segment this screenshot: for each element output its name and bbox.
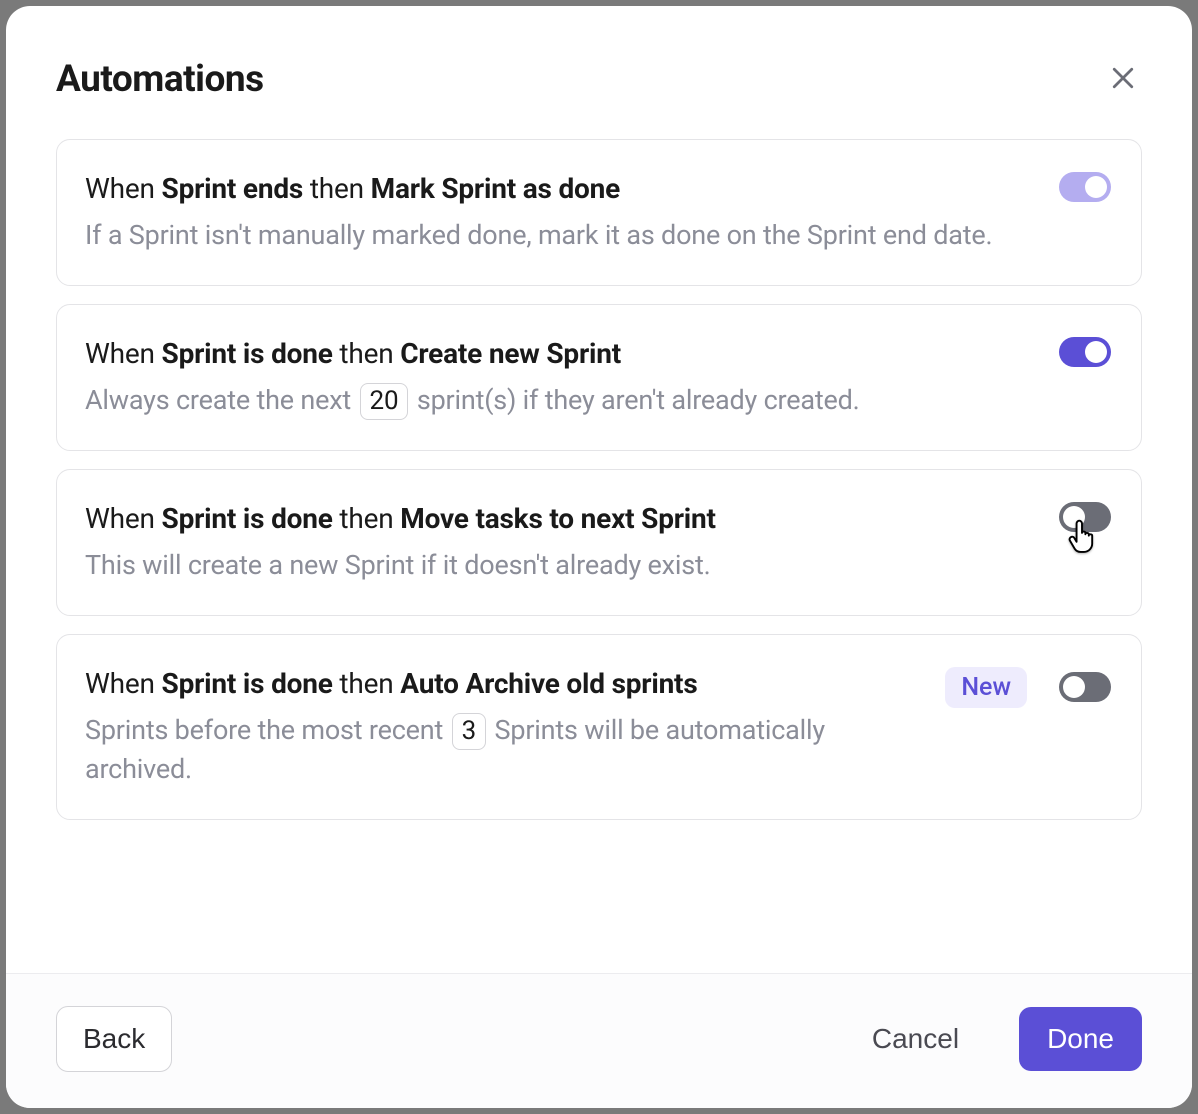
- card-description: This will create a new Sprint if it does…: [85, 546, 1039, 585]
- card-content: When Sprint ends then Mark Sprint as don…: [85, 170, 1039, 255]
- back-button[interactable]: Back: [56, 1006, 172, 1072]
- card-content: When Sprint is done then Auto Archive ol…: [85, 665, 925, 789]
- title-bold: Sprint is done: [162, 502, 333, 535]
- card-title: When Sprint is done then Create new Spri…: [85, 335, 1039, 373]
- dialog-header: Automations: [6, 6, 1192, 101]
- title-text: then: [303, 172, 371, 205]
- sprint-count-input[interactable]: 20: [360, 383, 409, 420]
- title-bold: Sprint ends: [162, 172, 304, 205]
- card-description: Always create the next 20 sprint(s) if t…: [85, 381, 1039, 420]
- card-right: [1059, 335, 1111, 367]
- automation-card-create-new: When Sprint is done then Create new Spri…: [56, 304, 1142, 451]
- title-text: When: [85, 337, 162, 370]
- title-bold: Sprint is done: [162, 337, 333, 370]
- card-content: When Sprint is done then Move tasks to n…: [85, 500, 1039, 585]
- title-text: then: [333, 502, 401, 535]
- card-right: [1059, 170, 1111, 202]
- close-button[interactable]: [1104, 59, 1142, 100]
- desc-text: Always create the next: [85, 384, 358, 416]
- title-text: When: [85, 172, 162, 205]
- card-description: Sprints before the most recent 3 Sprints…: [85, 711, 925, 789]
- toggle-knob: [1085, 341, 1107, 363]
- title-bold: Auto Archive old sprints: [400, 667, 697, 700]
- card-title: When Sprint is done then Move tasks to n…: [85, 500, 1039, 538]
- title-text: When: [85, 502, 162, 535]
- card-right: New: [945, 665, 1111, 708]
- done-button[interactable]: Done: [1019, 1007, 1142, 1071]
- automation-card-sprint-ends: When Sprint ends then Mark Sprint as don…: [56, 139, 1142, 286]
- new-badge: New: [945, 667, 1027, 708]
- automation-card-auto-archive: When Sprint is done then Auto Archive ol…: [56, 634, 1142, 820]
- card-title: When Sprint is done then Auto Archive ol…: [85, 665, 925, 703]
- close-icon: [1108, 63, 1138, 96]
- dialog-body: When Sprint ends then Mark Sprint as don…: [6, 101, 1192, 973]
- toggle-knob: [1063, 506, 1085, 528]
- desc-text: Sprints before the most recent: [85, 714, 450, 746]
- title-bold: Move tasks to next Sprint: [400, 502, 716, 535]
- dialog-footer: Back Cancel Done: [6, 973, 1192, 1108]
- title-text: When: [85, 667, 162, 700]
- card-title: When Sprint ends then Mark Sprint as don…: [85, 170, 1039, 208]
- toggle-knob: [1085, 176, 1107, 198]
- title-bold: Mark Sprint as done: [371, 172, 620, 205]
- toggle-create-new[interactable]: [1059, 337, 1111, 367]
- title-text: then: [333, 667, 401, 700]
- title-bold: Create new Sprint: [400, 337, 621, 370]
- dialog-title: Automations: [56, 58, 264, 101]
- card-right: [1059, 500, 1111, 532]
- card-description: If a Sprint isn't manually marked done, …: [85, 216, 1039, 255]
- toggle-sprint-ends[interactable]: [1059, 172, 1111, 202]
- footer-right: Cancel Done: [846, 1007, 1142, 1071]
- automations-dialog: Automations When Sprint ends then Mark S…: [6, 6, 1192, 1108]
- title-text: then: [333, 337, 401, 370]
- card-content: When Sprint is done then Create new Spri…: [85, 335, 1039, 420]
- toggle-auto-archive[interactable]: [1059, 672, 1111, 702]
- title-bold: Sprint is done: [162, 667, 333, 700]
- toggle-knob: [1063, 676, 1085, 698]
- toggle-move-tasks[interactable]: [1059, 502, 1111, 532]
- automation-card-move-tasks: When Sprint is done then Move tasks to n…: [56, 469, 1142, 616]
- desc-text: sprint(s) if they aren't already created…: [410, 384, 859, 416]
- cancel-button[interactable]: Cancel: [846, 1007, 985, 1071]
- archive-count-input[interactable]: 3: [452, 713, 486, 750]
